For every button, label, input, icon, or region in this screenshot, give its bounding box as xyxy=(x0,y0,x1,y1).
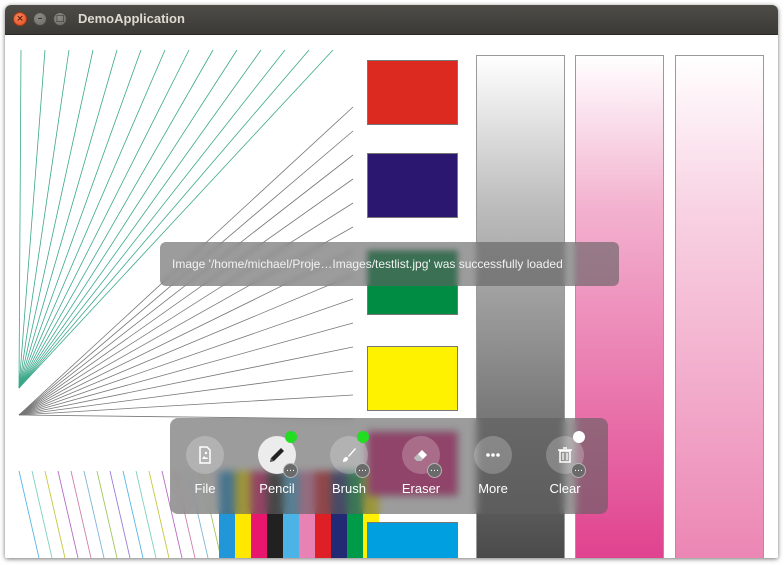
more-tool-button[interactable]: More xyxy=(463,426,523,506)
pencil-tool-label: Pencil xyxy=(259,481,295,496)
file-tool-label: File xyxy=(194,481,216,496)
tool-bar: File … Pencil … Brush … Eraser More … Cl… xyxy=(170,418,608,514)
pencil-active-indicator xyxy=(285,431,297,443)
eraser-options-icon[interactable]: … xyxy=(427,463,442,478)
color-swatch xyxy=(367,153,458,218)
clear-indicator xyxy=(573,431,585,443)
pencil-options-icon[interactable]: … xyxy=(283,463,298,478)
maximize-window-button[interactable]: □ xyxy=(53,12,67,26)
pink-gradient-bar xyxy=(675,55,764,558)
color-swatch xyxy=(367,522,458,558)
brush-tool-label: Brush xyxy=(332,481,366,496)
brush-indicator xyxy=(357,431,369,443)
notification-toast: Image '/home/michael/Proje…Images/testli… xyxy=(160,242,619,286)
more-dots-icon xyxy=(474,436,512,474)
eraser-tool-label: Eraser xyxy=(401,481,441,496)
clear-tool-button[interactable]: … Clear xyxy=(535,426,595,506)
brush-tool-button[interactable]: … Brush xyxy=(319,426,379,506)
pencil-tool-button[interactable]: … Pencil xyxy=(247,426,307,506)
image-file-icon xyxy=(186,436,224,474)
more-tool-label: More xyxy=(478,481,508,496)
clear-tool-label: Clear xyxy=(549,481,581,496)
window-title: DemoApplication xyxy=(78,11,185,26)
color-swatch xyxy=(367,346,458,411)
brush-options-icon[interactable]: … xyxy=(355,463,370,478)
clear-options-icon[interactable]: … xyxy=(571,463,586,478)
color-swatch xyxy=(367,60,458,125)
application-window: × – □ DemoApplication Image '/home/micha… xyxy=(5,5,778,558)
toast-message: Image '/home/michael/Proje…Images/testli… xyxy=(172,257,563,271)
minimize-window-button[interactable]: – xyxy=(33,12,47,26)
eraser-tool-button[interactable]: … Eraser xyxy=(391,426,451,506)
file-tool-button[interactable]: File xyxy=(175,426,235,506)
title-bar[interactable]: × – □ DemoApplication xyxy=(5,5,778,35)
close-window-button[interactable]: × xyxy=(13,12,27,26)
